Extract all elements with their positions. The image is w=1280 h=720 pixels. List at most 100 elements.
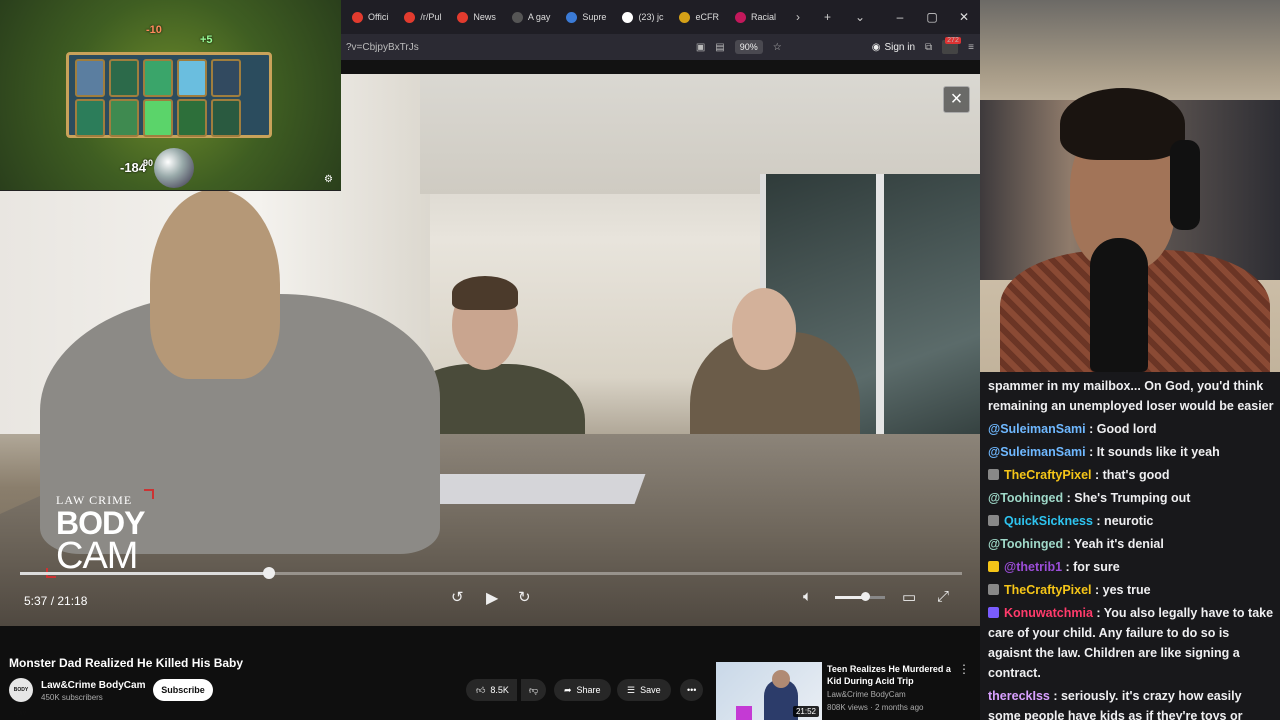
new-tab-button[interactable]: + [814,10,841,24]
volume-handle[interactable] [861,592,870,601]
game-top-bonus: +5 [200,34,213,46]
game-card [75,59,105,97]
tab-label: Supre [582,12,607,22]
chat-message: @SuleimanSami : It sounds like it yeah [988,442,1274,462]
close-window-button[interactable]: ✕ [948,10,980,24]
scene-man-right-head [732,288,796,370]
game-bottom-sub: 90 [143,158,154,168]
play-button[interactable]: ▶ [486,588,498,608]
thumb-object [736,706,752,720]
share-icon: ➦ [564,684,572,695]
chat-username[interactable]: TheCraftyPixel [1004,468,1092,482]
game-card [75,99,105,137]
extension-badge-icon[interactable]: 272 [942,37,961,54]
share-label: Share [576,685,601,695]
sign-in-button[interactable]: ◉ Sign in [872,42,915,53]
chat-message: thereckIss : seriously. it's crazy how e… [988,686,1274,720]
dislike-button[interactable]: 👎︎ [521,679,547,701]
captions-icon[interactable]: ▭ [902,588,916,606]
game-card [211,59,241,97]
tab-favicon-icon [511,11,523,23]
recommended-channel[interactable]: Law&Crime BodyCam [827,690,906,699]
game-card [109,99,139,137]
chat-username[interactable]: @thetrib1 [1004,560,1062,574]
browser-tab[interactable]: News [451,4,502,30]
close-miniplayer-button[interactable]: × [943,86,970,113]
forward-10-icon[interactable]: ↻ [518,588,531,606]
game-settings-icon[interactable]: ⚙ [324,174,333,185]
tab-label: /r/Pul [420,12,442,22]
tab-favicon-icon [352,11,363,23]
picture-in-picture-icon[interactable]: ▤ [715,42,724,53]
thumbs-down-icon: 👎︎ [529,684,539,695]
browser-tab[interactable]: eCFR [673,4,725,30]
browser-tab[interactable]: Offici [346,4,394,30]
game-board [66,52,272,138]
chat-username[interactable]: TheCraftyPixel [1004,583,1092,597]
game-card [143,99,173,137]
chat-username[interactable]: @Toohinged [988,537,1063,551]
chat-username[interactable]: @SuleimanSami [988,422,1086,436]
recommended-thumbnail[interactable]: 21:52 [716,662,822,720]
volume-icon[interactable]: 🔈︎ [803,588,812,605]
tab-scroll-right-icon[interactable]: › [786,10,810,24]
game-orb [154,148,194,188]
tab-favicon-icon [734,11,746,23]
channel-avatar[interactable]: BODY CAM [9,678,33,717]
subscribe-button[interactable]: Subscribe [153,679,213,701]
fullscreen-icon[interactable]: ⤢ [937,588,949,605]
screenshot-icon[interactable]: ▣ [696,42,705,53]
browser-tab[interactable]: A gay [506,4,557,30]
maximize-button[interactable]: ▢ [916,10,948,24]
chat-username[interactable]: @SuleimanSami [988,445,1086,459]
chat-message: @thetrib1 : for sure [988,557,1274,577]
tab-list-chevron-icon[interactable]: ⌄ [845,10,875,24]
thumbs-up-icon: 👍︎ [476,684,486,695]
browser-tab[interactable]: (23) jc [616,4,669,30]
browser-tab[interactable]: Supre [560,4,612,30]
chat-badge-icon [988,515,999,526]
volume-slider[interactable] [835,592,885,601]
browser-tab[interactable]: /r/Pul [398,4,447,30]
recommended-title[interactable]: Teen Realizes He Murdered a Kid During A… [827,663,952,687]
recommended-duration: 21:52 [792,706,819,717]
minimize-button[interactable]: – [884,10,916,24]
thumb-figure-head [772,670,790,688]
extensions-icon[interactable]: ⧉ [925,42,932,53]
like-button[interactable]: 👍︎ 8.5K [466,679,517,701]
menu-icon[interactable]: ≡ [968,42,974,53]
chat-message: spammer in my mailbox... On God, you'd t… [988,376,1274,416]
progress-scrubber-handle[interactable] [262,567,275,579]
tab-favicon-icon [679,11,691,23]
logo-line3: CAM [56,535,138,577]
zoom-level-badge[interactable]: 90% [734,40,763,54]
chat-message: @Toohinged : Yeah it's denial [988,534,1274,554]
chat-badge-icon [988,561,999,572]
tab-favicon-icon [457,11,469,23]
recommended-more-icon[interactable]: ⋮ [958,662,970,676]
chat-badge-icon [988,469,999,480]
recommended-meta: 808K views · 2 months ago [827,703,924,712]
rewind-10-icon[interactable]: ↺ [451,588,464,606]
tab-label: (23) jc [638,12,664,22]
chat-badge-icon [988,607,999,618]
chat-text: : She's Trumping out [1063,491,1191,505]
chat-username[interactable]: Konuwatchmia [1004,606,1093,620]
chat-text: spammer in my mailbox... On God, you'd t… [988,379,1274,413]
bookmark-star-icon[interactable]: ☆ [773,42,782,53]
chat-username[interactable]: QuickSickness [1004,514,1093,528]
game-card [211,99,241,137]
game-card [177,99,207,137]
more-horizontal-icon: ••• [687,685,697,695]
chat-message: @SuleimanSami : Good lord [988,419,1274,439]
chat-username[interactable]: thereckIss [988,689,1050,703]
save-button[interactable]: ☰ Save [617,679,671,701]
webcam-feed [980,0,1280,372]
share-button[interactable]: ➦ Share [554,679,611,701]
address-bar[interactable]: ?v=CbjpyBxTrJs ▣ ▤ 90% ☆ ◉ Sign in ⧉ 272 … [340,34,980,60]
chat-username[interactable]: @Toohinged [988,491,1063,505]
url-text[interactable]: ?v=CbjpyBxTrJs [346,42,419,53]
browser-tab[interactable]: Racial [729,4,782,30]
channel-name[interactable]: Law&Crime BodyCam [41,680,145,691]
video-progress-bar[interactable] [20,567,962,579]
